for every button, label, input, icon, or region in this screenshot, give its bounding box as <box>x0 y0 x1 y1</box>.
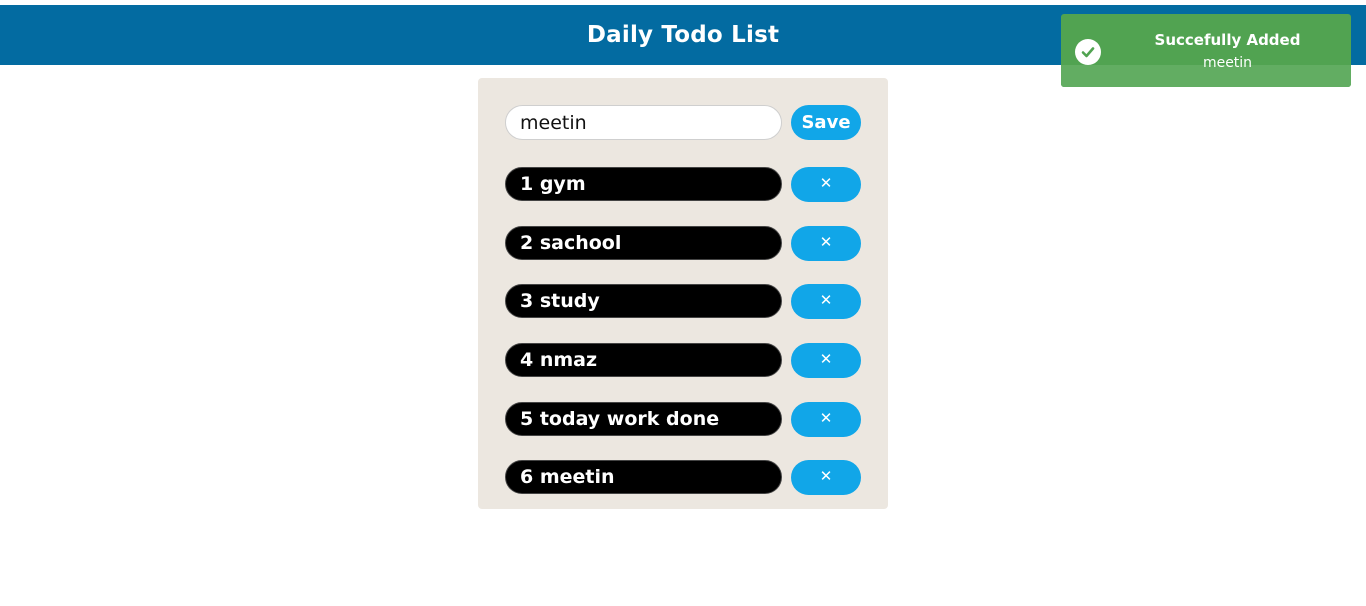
todo-item: 4 nmaz ✕ <box>505 343 861 378</box>
todo-item-text: 4 nmaz <box>505 343 782 377</box>
delete-button[interactable]: ✕ <box>791 226 861 261</box>
todo-item: 1 gym ✕ <box>505 167 861 202</box>
delete-button[interactable]: ✕ <box>791 343 861 378</box>
todo-input[interactable] <box>505 105 782 140</box>
todo-item-text: 3 study <box>505 284 782 318</box>
delete-button[interactable]: ✕ <box>791 284 861 319</box>
todo-item: 6 meetin ✕ <box>505 460 861 495</box>
todo-item-text: 2 sachool <box>505 226 782 260</box>
delete-button[interactable]: ✕ <box>791 167 861 202</box>
success-toast[interactable]: Succefully Added meetin <box>1061 14 1351 87</box>
todo-item-text: 6 meetin <box>505 460 782 494</box>
todo-card: Save 1 gym ✕ 2 sachool ✕ 3 study ✕ 4 nma… <box>478 78 888 509</box>
todo-item: 2 sachool ✕ <box>505 226 861 261</box>
toast-message: meetin <box>1202 55 1253 71</box>
todo-item: 5 today work done ✕ <box>505 402 861 437</box>
save-button[interactable]: Save <box>791 105 861 140</box>
delete-button[interactable]: ✕ <box>791 402 861 437</box>
page-title: Daily Todo List <box>586 22 780 48</box>
toast-title: Succefully Added <box>1154 31 1301 49</box>
check-circle-icon <box>1075 39 1101 65</box>
todo-item-text: 1 gym <box>505 167 782 201</box>
delete-button[interactable]: ✕ <box>791 460 861 495</box>
todo-item-text: 5 today work done <box>505 402 782 436</box>
todo-item: 3 study ✕ <box>505 284 861 319</box>
